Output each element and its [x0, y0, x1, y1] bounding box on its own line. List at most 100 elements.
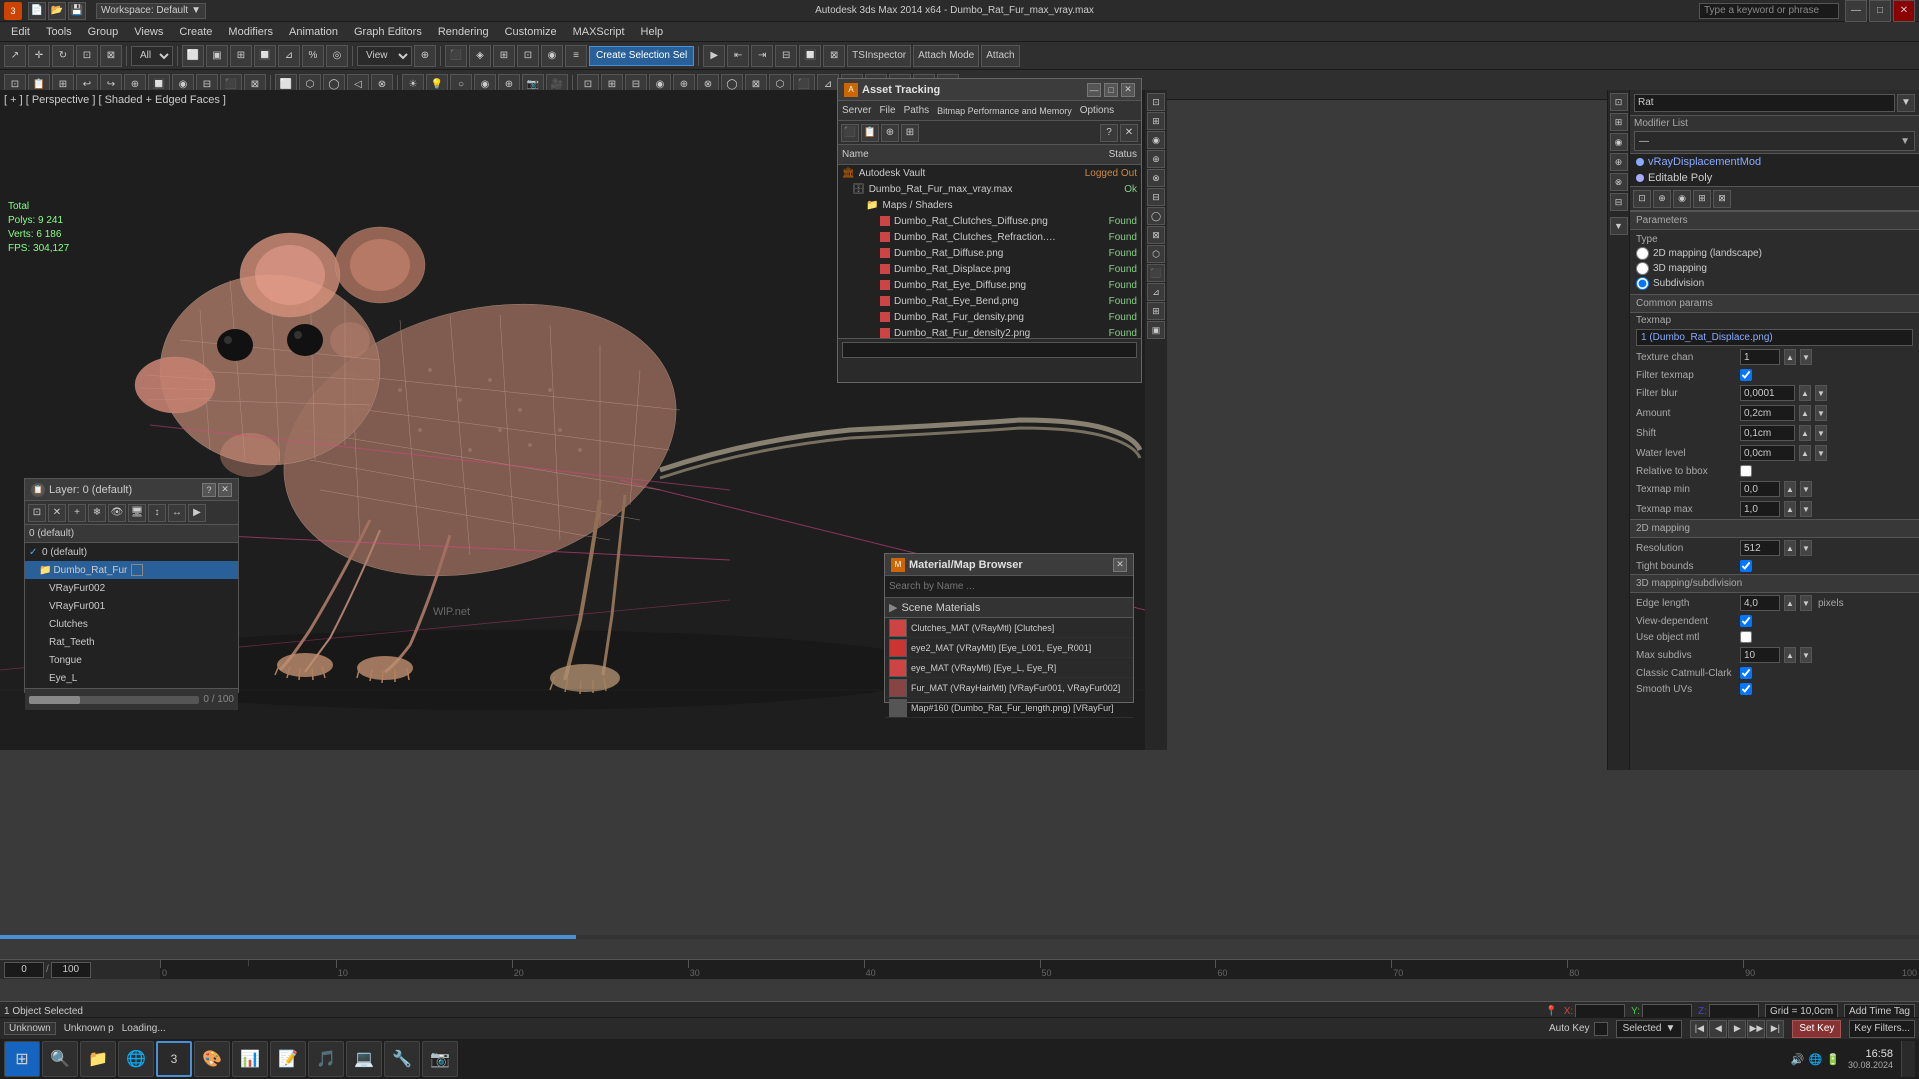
tb-btn3[interactable]: ⊞: [493, 45, 515, 67]
type-subdiv-radio[interactable]: [1636, 277, 1649, 290]
mat-item-eye[interactable]: eye_MAT (VRayMtl) [Eye_L, Eye_R]: [885, 658, 1133, 678]
play-btn[interactable]: ▶: [1728, 1020, 1746, 1038]
next-frame-btn[interactable]: ▶|: [1766, 1020, 1784, 1038]
prev-frame-btn[interactable]: |◀: [1690, 1020, 1708, 1038]
texmap-min-spinner-down[interactable]: ▼: [1800, 481, 1812, 497]
edge-length-spinner-down[interactable]: ▼: [1800, 595, 1812, 611]
mirror-tool[interactable]: ⊠: [100, 45, 122, 67]
asset-tb-close[interactable]: ✕: [1120, 124, 1138, 142]
tb-btn6[interactable]: ≡: [565, 45, 587, 67]
amount-spinner-down[interactable]: ▼: [1815, 405, 1827, 421]
asset-row-max-file[interactable]: 🗄 Dumbo_Rat_Fur_max_vray.max Ok: [838, 181, 1141, 197]
asset-row-img2[interactable]: Dumbo_Rat_Clutches_Refraction.png Found: [838, 229, 1141, 245]
filter-dropdown[interactable]: All: [131, 46, 173, 66]
search-box[interactable]: Type a keyword or phrase: [1699, 3, 1839, 19]
layer-item-clutches[interactable]: Clutches: [25, 615, 238, 633]
asset-menu-file[interactable]: File: [879, 105, 895, 116]
tb-char2[interactable]: ⇥: [751, 45, 773, 67]
resolution-spinner-up[interactable]: ▲: [1784, 540, 1796, 556]
asset-tb3[interactable]: ⊕: [881, 124, 899, 142]
taskbar-chrome[interactable]: 🌐: [118, 1041, 154, 1077]
layer-delete[interactable]: ✕: [48, 504, 66, 522]
mod-icon-3[interactable]: ◉: [1673, 190, 1691, 208]
menu-animation[interactable]: Animation: [282, 24, 345, 40]
layer-item-eye-l[interactable]: Eye_L: [25, 669, 238, 687]
view-dropdown[interactable]: View: [357, 46, 412, 66]
taskbar-search[interactable]: 🔍: [42, 1041, 78, 1077]
left-icon-2[interactable]: ⊞: [1147, 112, 1165, 130]
left-icon-10[interactable]: ⬛: [1147, 264, 1165, 282]
resolution-input[interactable]: [1740, 540, 1780, 556]
mat-item-clutches[interactable]: Clutches_MAT (VRayMtl) [Clutches]: [885, 618, 1133, 638]
taskbar-file-explorer[interactable]: 📁: [80, 1041, 116, 1077]
layer-item-tongue[interactable]: Tongue: [25, 651, 238, 669]
mod-icon-2[interactable]: ⊕: [1653, 190, 1671, 208]
asset-tb-help[interactable]: ?: [1100, 124, 1118, 142]
asset-row-img3[interactable]: Dumbo_Rat_Diffuse.png Found: [838, 245, 1141, 261]
menu-customize[interactable]: Customize: [498, 24, 564, 40]
max-subdivs-spinner-down[interactable]: ▼: [1800, 647, 1812, 663]
left-icon-7[interactable]: ◯: [1147, 207, 1165, 225]
texmap-max-spinner-down[interactable]: ▼: [1800, 501, 1812, 517]
asset-row-img5[interactable]: Dumbo_Rat_Eye_Diffuse.png Found: [838, 277, 1141, 293]
tb-btn4[interactable]: ⊡: [517, 45, 539, 67]
left-icon-8[interactable]: ⊠: [1147, 226, 1165, 244]
tray-icon-1[interactable]: 🔊: [1791, 1053, 1805, 1066]
save-btn[interactable]: 💾: [68, 2, 86, 20]
left-icon-9[interactable]: ⬡: [1147, 245, 1165, 263]
mod-icon-1[interactable]: ⊡: [1633, 190, 1651, 208]
right-panel-dropdown-btn[interactable]: ▼: [1897, 94, 1915, 112]
right-icon-2[interactable]: ⊞: [1610, 113, 1628, 131]
smooth-uvs-check[interactable]: [1740, 683, 1752, 695]
asset-tb1[interactable]: ⬛: [841, 124, 859, 142]
create-selection-btn[interactable]: Create Selection Sel: [589, 46, 694, 66]
amount-spinner-up[interactable]: ▲: [1799, 405, 1811, 421]
modifier-item-vray-displace[interactable]: vRayDisplacementMod: [1630, 154, 1919, 170]
texmap-max-spinner-up[interactable]: ▲: [1784, 501, 1796, 517]
left-icon-4[interactable]: ⊕: [1147, 150, 1165, 168]
filter-texmap-check[interactable]: [1740, 369, 1752, 381]
asset-minimize-btn[interactable]: —: [1087, 83, 1101, 97]
tight-bounds-check[interactable]: [1740, 560, 1752, 572]
texmap-value-btn[interactable]: 1 (Dumbo_Rat_Displace.png): [1636, 329, 1913, 346]
layer-set-active[interactable]: ⊡: [28, 504, 46, 522]
taskbar-app1[interactable]: 3: [156, 1041, 192, 1077]
tb-char3[interactable]: ⊟: [775, 45, 797, 67]
menu-help[interactable]: Help: [634, 24, 671, 40]
filter-blur-input[interactable]: [1740, 385, 1795, 401]
taskbar-app3[interactable]: 📝: [270, 1041, 306, 1077]
layer-item-dumbo[interactable]: 📁 Dumbo_Rat_Fur: [25, 561, 238, 579]
taskbar-app7[interactable]: 📷: [422, 1041, 458, 1077]
asset-row-maps[interactable]: 📁 Maps / Shaders: [838, 197, 1141, 213]
right-panel-search-input[interactable]: [1634, 94, 1895, 112]
layer-add[interactable]: +: [68, 504, 86, 522]
resolution-spinner-down[interactable]: ▼: [1800, 540, 1812, 556]
water-level-input[interactable]: [1740, 445, 1795, 461]
open-btn[interactable]: 📂: [48, 2, 66, 20]
asset-tb2[interactable]: 📋: [861, 124, 879, 142]
autokey-toggle[interactable]: [1594, 1022, 1608, 1036]
mat-search-input[interactable]: [889, 581, 1129, 592]
taskbar-app2[interactable]: 📊: [232, 1041, 268, 1077]
filter-blur-spinner-down[interactable]: ▼: [1815, 385, 1827, 401]
menu-edit[interactable]: Edit: [4, 24, 37, 40]
layer-item-vrayfur002[interactable]: VRayFur002: [25, 579, 238, 597]
asset-row-img8[interactable]: Dumbo_Rat_Fur_density2.png Found: [838, 325, 1141, 338]
layer-scrollbar[interactable]: [29, 696, 199, 704]
layer-visibility-box[interactable]: [131, 564, 143, 576]
workspace-dropdown[interactable]: Workspace: Default ▼: [96, 3, 206, 19]
prev-key-btn[interactable]: ◀: [1709, 1020, 1727, 1038]
select-filter[interactable]: ⬜: [182, 45, 204, 67]
tb-char4[interactable]: 🔲: [799, 45, 821, 67]
water-level-spinner-up[interactable]: ▲: [1799, 445, 1811, 461]
type-2d-radio[interactable]: [1636, 247, 1649, 260]
tb-btn2[interactable]: ◈: [469, 45, 491, 67]
asset-table-body[interactable]: 🏛 Autodesk Vault Logged Out 🗄 Dumbo_Rat_…: [838, 165, 1141, 338]
filter-blur-spinner-up[interactable]: ▲: [1799, 385, 1811, 401]
right-icon-5[interactable]: ⊗: [1610, 173, 1628, 191]
taskbar-ps[interactable]: 🎨: [194, 1041, 230, 1077]
selected-dropdown[interactable]: Selected ▼: [1616, 1020, 1683, 1038]
menu-create[interactable]: Create: [172, 24, 219, 40]
classic-catmull-check[interactable]: [1740, 667, 1752, 679]
minimize-btn[interactable]: —: [1845, 0, 1867, 22]
